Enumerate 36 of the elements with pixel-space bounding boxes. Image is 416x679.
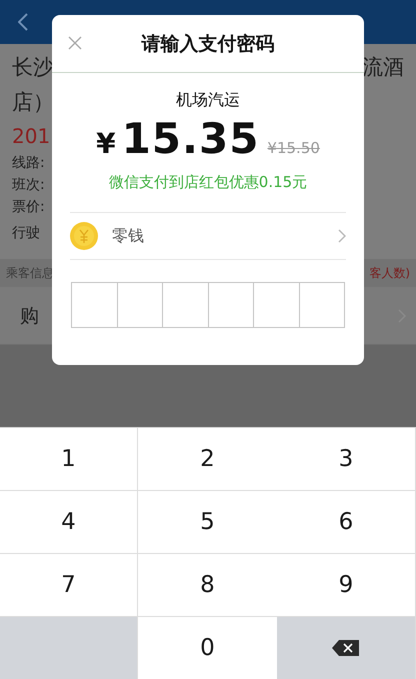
password-slot[interactable]: [253, 282, 300, 328]
coin-icon: [70, 222, 98, 250]
delete-key[interactable]: [277, 617, 416, 679]
detail-label: 班次:: [12, 176, 45, 195]
route-title: 长沙: [12, 54, 54, 81]
password-slot[interactable]: [71, 282, 118, 328]
discount-text: 微信支付到店红包优惠0.15元: [108, 173, 308, 192]
backspace-icon: [331, 639, 361, 657]
route-title: 店）: [12, 89, 54, 116]
detail-label: 行驶: [12, 224, 40, 243]
digit-key[interactable]: 3: [277, 428, 416, 491]
digit-key[interactable]: 6: [277, 491, 416, 554]
close-icon[interactable]: [68, 36, 82, 50]
digit-key[interactable]: 1: [0, 428, 138, 491]
password-slot[interactable]: [116, 282, 163, 328]
chevron-icon: [338, 229, 346, 243]
merchant-name: 机场汽运: [175, 89, 241, 111]
currency-symbol: ¥: [96, 127, 116, 160]
payment-method-row[interactable]: 零钱: [70, 212, 346, 260]
dialog-title: 请输入支付密码: [142, 32, 274, 56]
password-slot[interactable]: [162, 282, 208, 328]
digit-key[interactable]: 7: [0, 554, 138, 617]
password-slot[interactable]: [208, 282, 254, 328]
detail-label: 线路:: [12, 154, 45, 173]
payment-amount: 15.35: [122, 113, 260, 165]
detail-label: 票价:: [12, 198, 45, 217]
digit-key[interactable]: 9: [277, 554, 416, 617]
password-slot[interactable]: [298, 282, 345, 328]
back-icon[interactable]: [18, 13, 28, 31]
original-price: ¥15.50: [267, 139, 320, 157]
row-label: 购: [20, 304, 39, 328]
digit-key[interactable]: 4: [0, 491, 138, 554]
route-title: 流酒: [362, 54, 404, 81]
section-note: 客人数): [369, 264, 410, 282]
date-text: 201: [12, 123, 50, 150]
payment-method: 零钱: [112, 226, 145, 246]
